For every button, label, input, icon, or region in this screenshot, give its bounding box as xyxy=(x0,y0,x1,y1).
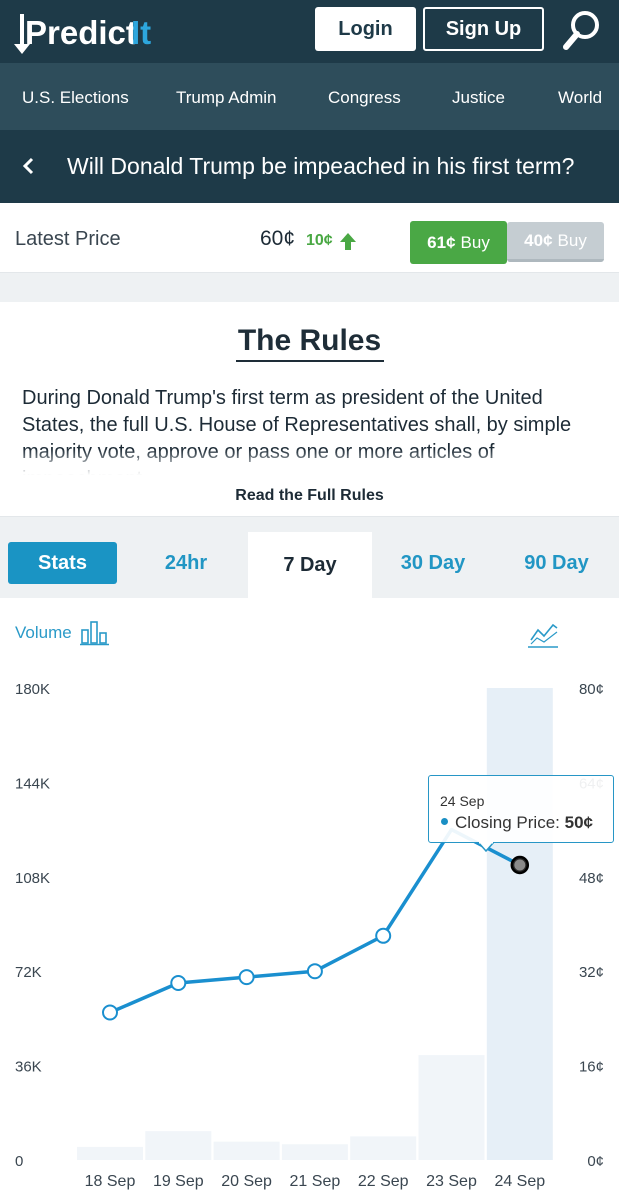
search-icon[interactable] xyxy=(562,9,602,51)
tab-30-day[interactable]: 30 Day xyxy=(372,517,494,598)
volume-bar xyxy=(281,1144,348,1160)
logo-mark: Predict It xyxy=(14,14,151,54)
tooltip-series-dot xyxy=(441,818,448,826)
volume-bar xyxy=(418,1055,485,1160)
signup-button[interactable]: Sign Up xyxy=(423,7,544,51)
nav-item-us-elections[interactable]: U.S. Elections xyxy=(22,63,129,130)
volume-bar xyxy=(486,688,553,1160)
price-point xyxy=(306,963,323,980)
left-axis-tick-label: 180K xyxy=(15,681,50,698)
right-axis-tick-label: 32¢ xyxy=(579,964,604,981)
arrow-up-icon xyxy=(340,233,356,250)
price-change-value: 10¢ xyxy=(306,232,333,249)
buy-no-label: Buy xyxy=(557,230,587,250)
tab-stats[interactable]: Stats xyxy=(8,542,117,584)
buy-yes-label: Buy xyxy=(460,232,490,252)
tooltip-pointer xyxy=(478,842,494,852)
rules-title: The Rules xyxy=(237,324,382,357)
market-title: Will Donald Trump be impeached in his fi… xyxy=(67,153,575,179)
login-button[interactable]: Login xyxy=(315,7,416,51)
left-axis-tick-label: 36K xyxy=(15,1059,42,1076)
right-axis-tick-label: 80¢ xyxy=(579,681,604,698)
x-axis-tick-label: 22 Sep xyxy=(358,1173,409,1190)
right-axis-tick-label: 48¢ xyxy=(579,870,604,887)
chevron-left-icon[interactable] xyxy=(18,152,38,180)
tooltip-label: Closing Price: xyxy=(455,813,560,832)
category-nav: U.S. Elections Trump Admin Congress Just… xyxy=(0,63,619,130)
rules-title-underline xyxy=(236,360,384,362)
buy-no-price: 40¢ xyxy=(524,230,553,250)
latest-price-value: 60¢ xyxy=(260,227,296,250)
buy-yes-button[interactable]: 61¢ Buy xyxy=(410,221,507,264)
market-title-bar: Will Donald Trump be impeached in his fi… xyxy=(0,130,619,203)
tab-24hr[interactable]: 24hr xyxy=(126,517,246,598)
left-axis-tick-label: 72K xyxy=(15,964,42,981)
rules-fade xyxy=(0,449,619,475)
price-point xyxy=(375,927,392,944)
x-axis-tick-label: 19 Sep xyxy=(153,1173,204,1190)
section-divider xyxy=(0,273,619,302)
volume-bar xyxy=(145,1131,212,1160)
price-point xyxy=(170,975,187,991)
right-axis-tick-label: 0¢ xyxy=(587,1153,604,1170)
price-row: Latest Price 60¢ 10¢ 61¢ Buy 40¢ Buy xyxy=(0,203,619,273)
left-axis-tick-label: 0 xyxy=(15,1153,23,1170)
volume-bar xyxy=(77,1146,143,1160)
tooltip-date: 24 Sep xyxy=(440,793,485,809)
chart-tabs: Stats 24hr 7 Day 30 Day 90 Day xyxy=(0,517,619,598)
tooltip-value: 50¢ xyxy=(564,813,593,832)
tab-90-day[interactable]: 90 Day xyxy=(494,517,619,598)
tooltip-line: Closing Price: 50¢ xyxy=(441,813,593,833)
nav-item-justice[interactable]: Justice xyxy=(452,63,505,130)
logo-text-predict: Predict xyxy=(25,14,137,51)
volume-bar xyxy=(350,1136,417,1160)
x-axis-tick-label: 18 Sep xyxy=(85,1173,136,1190)
price-volume-chart[interactable]: 180K144K108K72K36K080¢64¢48¢32¢16¢0¢18 S… xyxy=(0,598,619,1200)
top-header: Predict It Login Sign Up xyxy=(0,0,619,63)
x-axis-tick-label: 24 Sep xyxy=(494,1173,545,1190)
nav-item-trump-admin[interactable]: Trump Admin xyxy=(176,63,276,130)
buy-no-button[interactable]: 40¢ Buy xyxy=(507,222,604,262)
read-full-rules-link[interactable]: Read the Full Rules xyxy=(0,475,619,517)
rules-section: The Rules During Donald Trump's first te… xyxy=(0,302,619,475)
price-point xyxy=(102,1004,118,1021)
latest-price-label: Latest Price xyxy=(15,228,121,250)
buy-yes-price: 61¢ xyxy=(427,232,456,252)
nav-item-world[interactable]: World xyxy=(558,63,602,130)
nav-item-congress[interactable]: Congress xyxy=(328,63,401,130)
chart-tooltip: 24 Sep Closing Price: 50¢ xyxy=(428,775,614,843)
price-point-highlight-core xyxy=(514,859,526,871)
x-axis-tick-label: 20 Sep xyxy=(221,1173,272,1190)
right-axis-tick-label: 16¢ xyxy=(579,1059,604,1076)
predictit-logo[interactable]: Predict It xyxy=(14,10,169,56)
x-axis-tick-label: 23 Sep xyxy=(426,1173,477,1190)
left-axis-tick-label: 108K xyxy=(15,870,50,887)
logo-text-it: It xyxy=(131,14,151,51)
tab-7-day[interactable]: 7 Day xyxy=(248,532,372,598)
left-axis-tick-label: 144K xyxy=(15,775,50,792)
price-point xyxy=(238,969,255,986)
volume-bar xyxy=(213,1141,280,1160)
x-axis-tick-label: 21 Sep xyxy=(290,1173,341,1190)
